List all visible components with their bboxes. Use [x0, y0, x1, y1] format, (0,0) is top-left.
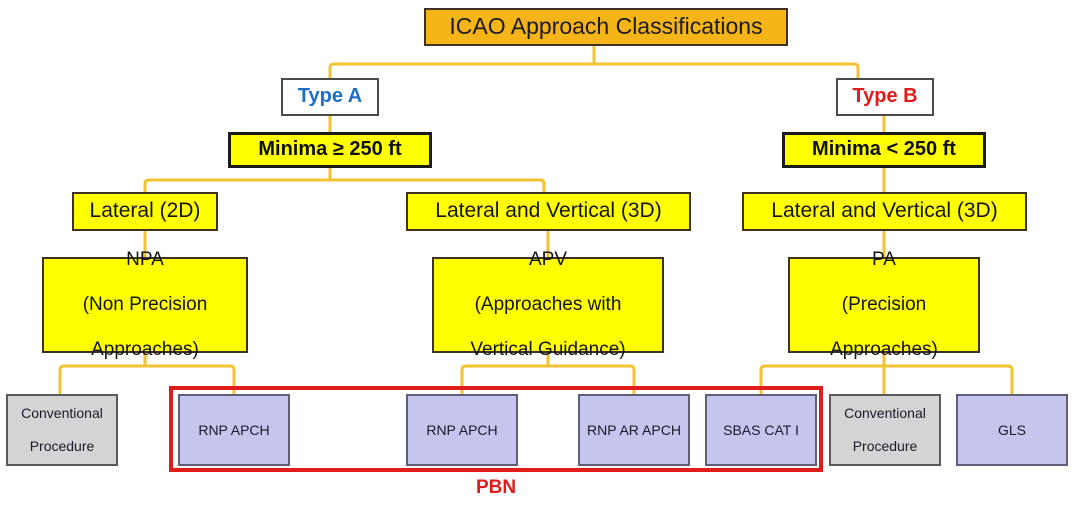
- node-npa-text: NPA (Non Precision Approaches): [44, 249, 246, 361]
- node-rnp-apch-1-label: RNP APCH: [198, 421, 270, 438]
- node-type-b: Type B: [836, 78, 934, 116]
- connector-minimaa-to-laterals: [143, 178, 546, 192]
- node-lateral-2d: Lateral (2D): [72, 192, 218, 231]
- node-pa-line1: PA: [872, 248, 896, 270]
- node-minima-type-a: Minima ≥ 250 ft: [228, 132, 432, 168]
- pbn-group-label: PBN: [475, 477, 517, 498]
- node-rnp-apch-2-label: RNP APCH: [426, 421, 498, 438]
- node-conventional-procedure-right-text: Conventional Procedure: [831, 405, 939, 455]
- node-type-a-label: Type A: [297, 85, 363, 108]
- node-gls: GLS: [956, 394, 1068, 466]
- node-pa-text: PA (Precision Approaches): [790, 249, 978, 361]
- node-npa-line2: (Non Precision: [82, 293, 208, 315]
- node-lateral-vertical-3d-a: Lateral and Vertical (3D): [406, 192, 691, 231]
- node-rnp-apch-1: RNP APCH: [178, 394, 290, 466]
- node-lateral-vertical-3d-a-label: Lateral and Vertical (3D): [435, 199, 662, 223]
- node-apv-line3: Vertical Guidance): [470, 338, 626, 360]
- icao-approach-classifications-diagram: ICAO Approach Classifications Type A Typ…: [0, 0, 1080, 508]
- node-title: ICAO Approach Classifications: [424, 8, 788, 46]
- node-conventional-procedure-right-line2: Procedure: [852, 438, 918, 455]
- node-lateral-vertical-3d-b-label: Lateral and Vertical (3D): [771, 199, 998, 223]
- node-gls-label: GLS: [997, 421, 1026, 438]
- node-lateral-vertical-3d-b: Lateral and Vertical (3D): [742, 192, 1027, 231]
- node-minima-type-b: Minima < 250 ft: [782, 132, 986, 168]
- node-apv-text: APV (Approaches with Vertical Guidance): [434, 249, 662, 361]
- node-sbas-cat-i-label: SBAS CAT I: [723, 421, 799, 438]
- node-apv-line1: APV: [528, 248, 568, 270]
- node-rnp-ar-apch: RNP AR APCH: [578, 394, 690, 466]
- node-apv: APV (Approaches with Vertical Guidance): [432, 249, 664, 360]
- node-lateral-2d-label: Lateral (2D): [89, 199, 201, 223]
- node-pa: PA (Precision Approaches): [788, 249, 980, 360]
- node-sbas-cat-i: SBAS CAT I: [705, 394, 817, 466]
- node-conventional-procedure-left: Conventional Procedure: [6, 394, 118, 466]
- node-conventional-procedure-left-text: Conventional Procedure: [8, 405, 116, 455]
- node-type-a: Type A: [281, 78, 379, 116]
- node-title-label: ICAO Approach Classifications: [449, 13, 763, 40]
- node-type-b-label: Type B: [852, 85, 918, 108]
- node-conventional-procedure-right-line1: Conventional: [844, 405, 926, 422]
- node-rnp-apch-2: RNP APCH: [406, 394, 518, 466]
- node-npa-line3: Approaches): [91, 338, 199, 360]
- node-apv-line2: (Approaches with: [474, 293, 622, 315]
- node-conventional-procedure-left-line2: Procedure: [29, 438, 95, 455]
- connector-title-to-types: [328, 62, 860, 78]
- node-conventional-procedure-right: Conventional Procedure: [829, 394, 941, 466]
- node-conventional-procedure-left-line1: Conventional: [21, 405, 103, 422]
- node-npa: NPA (Non Precision Approaches): [42, 249, 248, 360]
- node-pa-line3: Approaches): [830, 338, 938, 360]
- node-minima-type-b-label: Minima < 250 ft: [812, 138, 956, 161]
- node-pa-line2: (Precision: [841, 293, 927, 315]
- node-npa-line1: NPA: [126, 248, 164, 270]
- node-minima-type-a-label: Minima ≥ 250 ft: [258, 138, 402, 161]
- node-rnp-ar-apch-label: RNP AR APCH: [587, 421, 681, 438]
